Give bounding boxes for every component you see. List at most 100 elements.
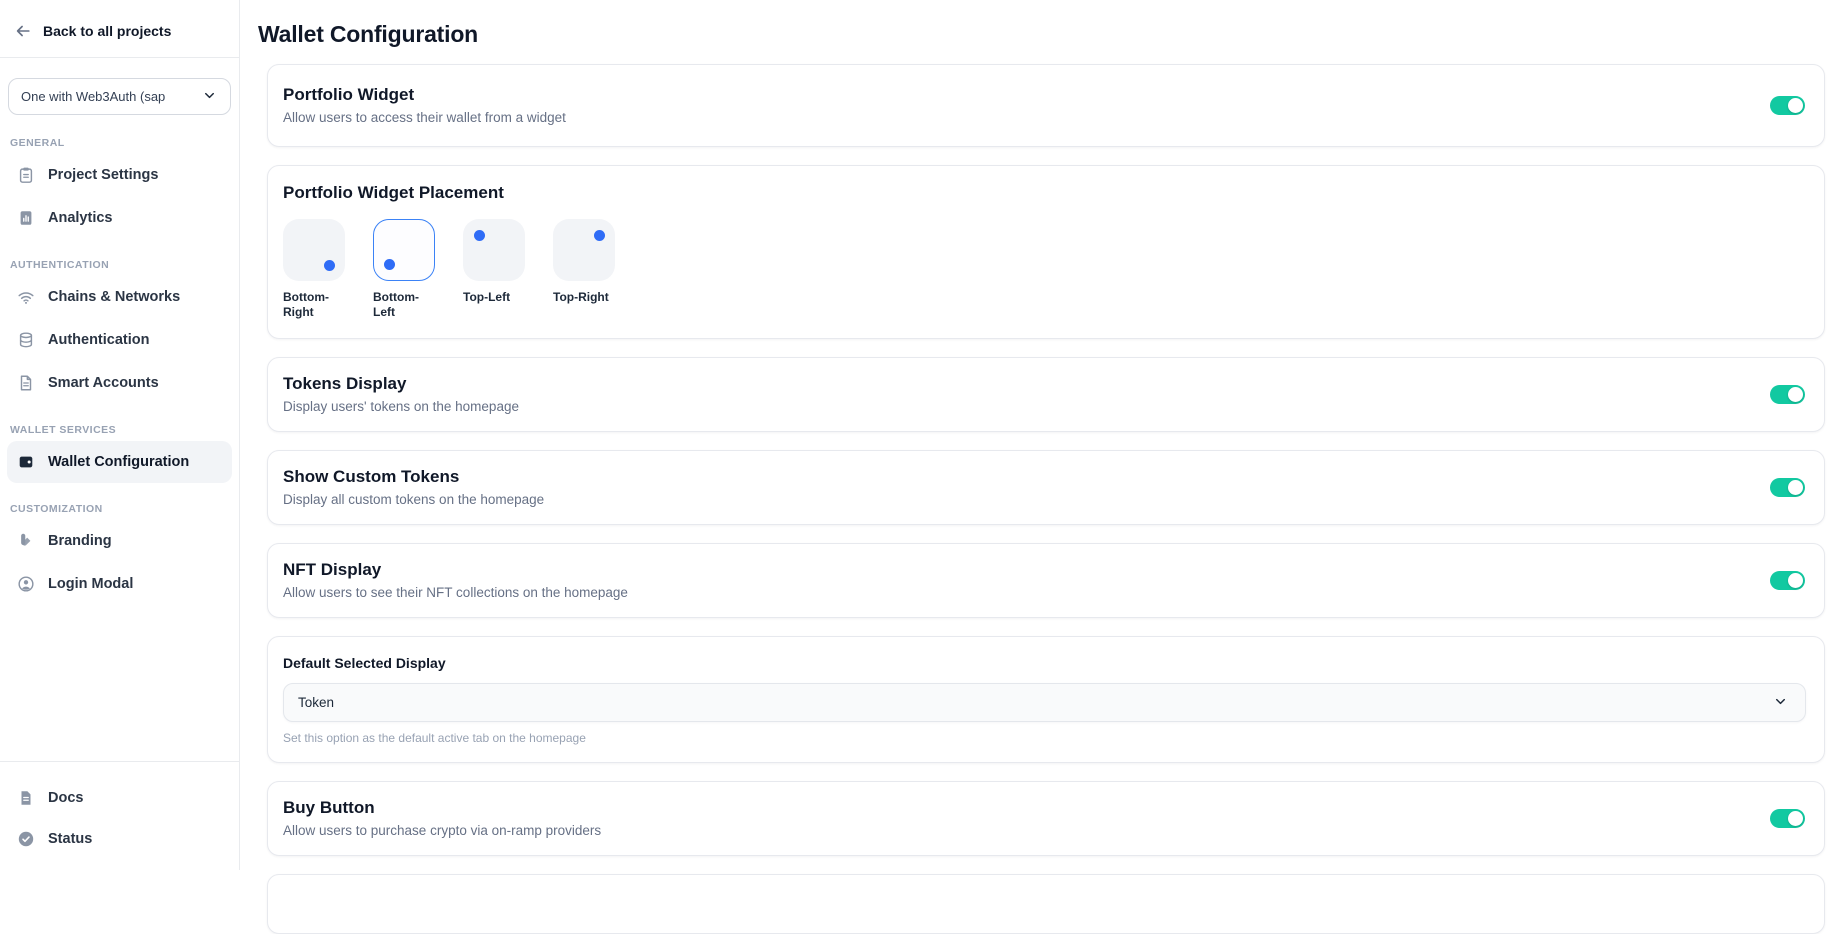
sidebar-item-project-settings[interactable]: Project Settings <box>7 154 232 196</box>
check-circle-icon <box>17 830 35 848</box>
sidebar: Back to all projects One with Web3Auth (… <box>0 0 240 870</box>
sidebar-item-login-modal[interactable]: Login Modal <box>7 563 232 605</box>
card-text: Tokens Display Display users' tokens on t… <box>283 373 519 416</box>
user-circle-icon <box>17 575 35 593</box>
toggle-knob <box>1788 811 1803 826</box>
card-text: Show Custom Tokens Display all custom tok… <box>283 466 544 509</box>
placement-option-top-left[interactable]: Top-Left <box>463 219 529 320</box>
wifi-icon <box>17 288 35 306</box>
page-title: Wallet Configuration <box>258 21 1840 48</box>
sidebar-item-label: Branding <box>48 533 112 549</box>
placement-tile <box>373 219 435 281</box>
placement-dot-bottom-right <box>324 260 335 271</box>
card-nft-display: NFT Display Allow users to see their NFT … <box>267 543 1825 618</box>
clipboard-icon <box>17 166 35 184</box>
sidebar-section-label: CUSTOMIZATION <box>10 503 229 515</box>
main-content: Wallet Configuration Portfolio Widget All… <box>240 0 1840 870</box>
analytics-icon <box>17 209 35 227</box>
card-portfolio-widget-placement: Portfolio Widget PlacementBottom-RightBo… <box>267 165 1825 339</box>
sidebar-item-chains-networks[interactable]: Chains & Networks <box>7 276 232 318</box>
portfolio-widget-toggle[interactable] <box>1770 96 1805 115</box>
default-selected-display-select[interactable]: Token <box>283 683 1806 722</box>
file-icon <box>17 374 35 392</box>
sidebar-nav: GENERALProject SettingsAnalyticsAUTHENTI… <box>0 117 239 606</box>
database-icon <box>17 331 35 349</box>
sidebar-item-authentication[interactable]: Authentication <box>7 319 232 361</box>
sidebar-section-label: GENERAL <box>10 137 229 149</box>
sidebar-item-label: Project Settings <box>48 167 158 183</box>
card-title: Show Custom Tokens <box>283 466 544 488</box>
field-helper: Set this option as the default active ta… <box>283 731 1806 745</box>
sidebar-item-label: Wallet Configuration <box>48 454 189 470</box>
sidebar-spacer <box>0 606 239 761</box>
project-dropdown-value: One with Web3Auth (sap <box>21 89 165 104</box>
sidebar-item-analytics[interactable]: Analytics <box>7 197 232 239</box>
card-title: Portfolio Widget Placement <box>283 182 1809 204</box>
toggle-knob <box>1788 573 1803 588</box>
arrow-left-icon <box>14 22 32 40</box>
placement-option-label: Bottom-Left <box>373 290 439 320</box>
placement-option-bottom-left[interactable]: Bottom-Left <box>373 219 439 320</box>
project-dropdown[interactable]: One with Web3Auth (sap <box>8 78 231 115</box>
placement-dot-bottom-left <box>384 259 395 270</box>
sidebar-item-smart-accounts[interactable]: Smart Accounts <box>7 362 232 404</box>
card-partial-card <box>267 874 1825 934</box>
sidebar-item-docs[interactable]: Docs <box>7 778 232 818</box>
sidebar-item-label: Smart Accounts <box>48 375 159 391</box>
sidebar-item-label: Login Modal <box>48 576 133 592</box>
card-title: NFT Display <box>283 559 628 581</box>
card-subtitle: Allow users to access their wallet from … <box>283 109 566 127</box>
back-link[interactable]: Back to all projects <box>0 0 239 57</box>
toggle-knob <box>1788 387 1803 402</box>
app: Back to all projects One with Web3Auth (… <box>0 0 1840 870</box>
back-label: Back to all projects <box>43 23 171 39</box>
wallet-icon <box>17 453 35 471</box>
card-title: Portfolio Widget <box>283 84 566 106</box>
sidebar-footer-divider <box>0 761 239 762</box>
sidebar-item-label: Status <box>48 831 92 847</box>
card-buy-button: Buy ButtonAllow users to purchase crypto… <box>267 781 1825 856</box>
sidebar-item-status[interactable]: Status <box>7 819 232 859</box>
toggle-knob <box>1788 98 1803 113</box>
placement-option-label: Bottom-Right <box>283 290 349 320</box>
chevron-down-icon <box>1773 694 1791 712</box>
sidebar-footer-items: Docs Status <box>0 778 239 859</box>
card-tokens-display: Tokens Display Display users' tokens on t… <box>267 357 1825 432</box>
placement-tile <box>463 219 525 281</box>
placement-tile <box>553 219 615 281</box>
toggle-knob <box>1788 480 1803 495</box>
card-subtitle: Display all custom tokens on the homepag… <box>283 491 544 509</box>
sidebar-section-label: WALLET SERVICES <box>10 424 229 436</box>
placement-options: Bottom-Right Bottom-Left Top-Left Top-Right <box>283 219 1809 320</box>
cards-container: Portfolio Widget Allow users to access th… <box>267 64 1825 934</box>
placement-option-bottom-right[interactable]: Bottom-Right <box>283 219 349 320</box>
card-text: Portfolio Widget Allow users to access th… <box>283 84 566 127</box>
card-title: Tokens Display <box>283 373 519 395</box>
buy-button-toggle[interactable] <box>1770 809 1805 828</box>
placement-dot-top-right <box>594 230 605 241</box>
sidebar-item-label: Docs <box>48 790 83 806</box>
sidebar-item-label: Analytics <box>48 210 112 226</box>
sidebar-item-wallet-configuration[interactable]: Wallet Configuration <box>7 441 232 483</box>
field-label: Default Selected Display <box>283 655 1806 671</box>
card-subtitle: Allow users to purchase crypto via on-ra… <box>283 822 601 840</box>
card-subtitle: Allow users to see their NFT collections… <box>283 584 628 602</box>
card-default-selected-display: Default Selected Display Token Set this op… <box>267 636 1825 763</box>
tokens-display-toggle[interactable] <box>1770 385 1805 404</box>
brush-icon <box>17 532 35 550</box>
sidebar-top-divider <box>0 57 239 58</box>
card-text: Buy ButtonAllow users to purchase crypto… <box>283 797 601 840</box>
placement-option-label: Top-Right <box>553 290 619 305</box>
nft-display-toggle[interactable] <box>1770 571 1805 590</box>
select-value: Token <box>298 695 334 710</box>
chevron-down-icon <box>202 88 220 106</box>
sidebar-item-label: Chains & Networks <box>48 289 180 305</box>
placement-option-top-right[interactable]: Top-Right <box>553 219 619 320</box>
show-custom-tokens-toggle[interactable] <box>1770 478 1805 497</box>
placement-option-label: Top-Left <box>463 290 529 305</box>
card-subtitle: Display users' tokens on the homepage <box>283 398 519 416</box>
card-text: NFT Display Allow users to see their NFT … <box>283 559 628 602</box>
document-icon <box>17 789 35 807</box>
placement-dot-top-left <box>474 230 485 241</box>
sidebar-item-branding[interactable]: Branding <box>7 520 232 562</box>
